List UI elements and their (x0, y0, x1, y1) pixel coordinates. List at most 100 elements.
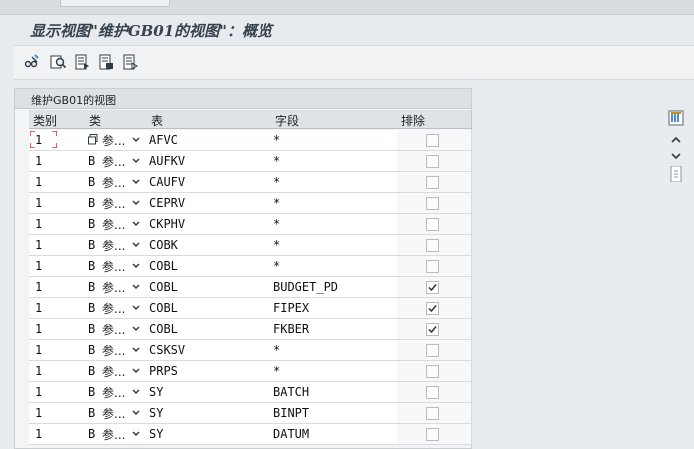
chevron-down-icon[interactable] (131, 155, 141, 165)
chevron-down-icon[interactable] (131, 344, 141, 354)
cell-tab[interactable]: CSKSV (147, 340, 272, 361)
cell-typ[interactable]: B 参... (85, 256, 148, 277)
scroll-thumb-icon[interactable] (668, 165, 684, 183)
cell-cls[interactable]: 1 (29, 277, 86, 298)
cell-typ[interactable]: B 参... (85, 151, 148, 172)
column-header-typ[interactable]: 类 (85, 110, 148, 129)
edit-glasses-icon[interactable] (24, 54, 40, 70)
cell-cls[interactable]: 1 (29, 130, 86, 151)
cell-typ[interactable]: B 参... (85, 382, 148, 403)
select-block-icon[interactable] (98, 54, 114, 70)
deselect-icon[interactable] (122, 54, 138, 70)
exclude-checkbox[interactable] (426, 176, 439, 189)
exclude-checkbox[interactable] (426, 302, 439, 315)
column-header-exc[interactable]: 排除 (397, 110, 472, 129)
exclude-checkbox[interactable] (426, 197, 439, 210)
cell-cls[interactable]: 1 (29, 319, 86, 340)
cell-tab[interactable]: COBL (147, 277, 272, 298)
cell-fld[interactable]: * (271, 361, 398, 382)
cell-cls[interactable]: 1 (29, 256, 86, 277)
cell-tab[interactable]: CAUFV (147, 172, 272, 193)
chevron-down-icon[interactable] (131, 176, 141, 186)
cell-tab[interactable]: AUFKV (147, 151, 272, 172)
exclude-checkbox[interactable] (426, 155, 439, 168)
chevron-down-icon[interactable] (131, 365, 141, 375)
chevron-down-icon[interactable] (131, 134, 141, 144)
chevron-down-icon[interactable] (131, 239, 141, 249)
exclude-checkbox[interactable] (426, 344, 439, 357)
cell-fld[interactable]: FIPEX (271, 298, 398, 319)
cell-fld[interactable]: * (271, 256, 398, 277)
cell-tab[interactable]: CEPRV (147, 193, 272, 214)
cell-cls[interactable]: 1 (29, 235, 86, 256)
cell-fld[interactable]: DATUM (271, 424, 398, 445)
cell-typ[interactable]: B 参... (85, 340, 148, 361)
cell-tab[interactable]: SY (147, 424, 272, 445)
cell-typ[interactable]: B 参... (85, 193, 148, 214)
cell-cls[interactable]: 1 (29, 172, 86, 193)
cell-typ[interactable]: 参... (85, 130, 148, 151)
cell-typ[interactable]: B 参... (85, 424, 148, 445)
cell-typ[interactable]: B 参... (85, 214, 148, 235)
chevron-down-icon[interactable] (131, 323, 141, 333)
select-all-icon[interactable] (74, 54, 90, 70)
cell-cls[interactable]: 1 (29, 214, 86, 235)
cell-tab[interactable]: SY (147, 403, 272, 424)
chevron-down-icon[interactable] (131, 260, 141, 270)
exclude-checkbox[interactable] (426, 428, 439, 441)
exclude-checkbox[interactable] (426, 386, 439, 399)
cell-fld[interactable]: * (271, 172, 398, 193)
cell-tab[interactable]: AFVC (147, 130, 272, 151)
cell-cls[interactable]: 1 (29, 151, 86, 172)
exclude-checkbox[interactable] (426, 239, 439, 252)
chevron-down-icon[interactable] (131, 386, 141, 396)
cell-typ[interactable]: B 参... (85, 319, 148, 340)
cell-cls[interactable]: 1 (29, 382, 86, 403)
exclude-checkbox[interactable] (426, 323, 439, 336)
cell-cls[interactable]: 1 (29, 403, 86, 424)
cell-fld[interactable]: FKBER (271, 319, 398, 340)
cell-cls[interactable]: 1 (29, 340, 86, 361)
cell-fld[interactable]: * (271, 193, 398, 214)
cell-typ[interactable]: B 参... (85, 277, 148, 298)
cell-tab[interactable]: SY (147, 382, 272, 403)
column-header-fld[interactable]: 字段 (271, 110, 398, 129)
chevron-down-icon[interactable] (131, 428, 141, 438)
cell-typ[interactable]: B 参... (85, 361, 148, 382)
cell-cls[interactable]: 1 (29, 298, 86, 319)
find-icon[interactable] (50, 54, 67, 70)
cell-tab[interactable]: COBL (147, 298, 272, 319)
chevron-down-icon[interactable] (131, 302, 141, 312)
cell-fld[interactable]: BINPT (271, 403, 398, 424)
cell-fld[interactable]: * (271, 151, 398, 172)
exclude-checkbox[interactable] (426, 260, 439, 273)
cell-typ[interactable]: B 参... (85, 403, 148, 424)
cell-tab[interactable]: COBK (147, 235, 272, 256)
column-header-cls[interactable]: 类别 (29, 110, 86, 129)
cell-fld[interactable]: BATCH (271, 382, 398, 403)
exclude-checkbox[interactable] (426, 218, 439, 231)
scroll-up-icon[interactable] (668, 132, 684, 148)
window-tab[interactable] (60, 0, 170, 7)
cell-fld[interactable]: * (271, 235, 398, 256)
cell-fld[interactable]: * (271, 214, 398, 235)
chevron-down-icon[interactable] (131, 407, 141, 417)
cell-cls[interactable]: 1 (29, 361, 86, 382)
chevron-down-icon[interactable] (131, 197, 141, 207)
exclude-checkbox[interactable] (426, 281, 439, 294)
cell-cls[interactable]: 1 (29, 193, 86, 214)
value-help-icon[interactable] (88, 134, 98, 145)
exclude-checkbox[interactable] (426, 365, 439, 378)
cell-fld[interactable]: * (271, 340, 398, 361)
exclude-checkbox[interactable] (426, 134, 439, 147)
cell-typ[interactable]: B 参... (85, 172, 148, 193)
cell-tab[interactable]: COBL (147, 256, 272, 277)
cell-typ[interactable]: B 参... (85, 235, 148, 256)
cell-cls[interactable]: 1 (29, 424, 86, 445)
chevron-down-icon[interactable] (131, 218, 141, 228)
cell-typ[interactable]: B 参... (85, 298, 148, 319)
chevron-down-icon[interactable] (131, 281, 141, 291)
column-header-tab[interactable]: 表 (147, 110, 272, 129)
cell-tab[interactable]: PRPS (147, 361, 272, 382)
scroll-down-icon[interactable] (668, 148, 684, 164)
